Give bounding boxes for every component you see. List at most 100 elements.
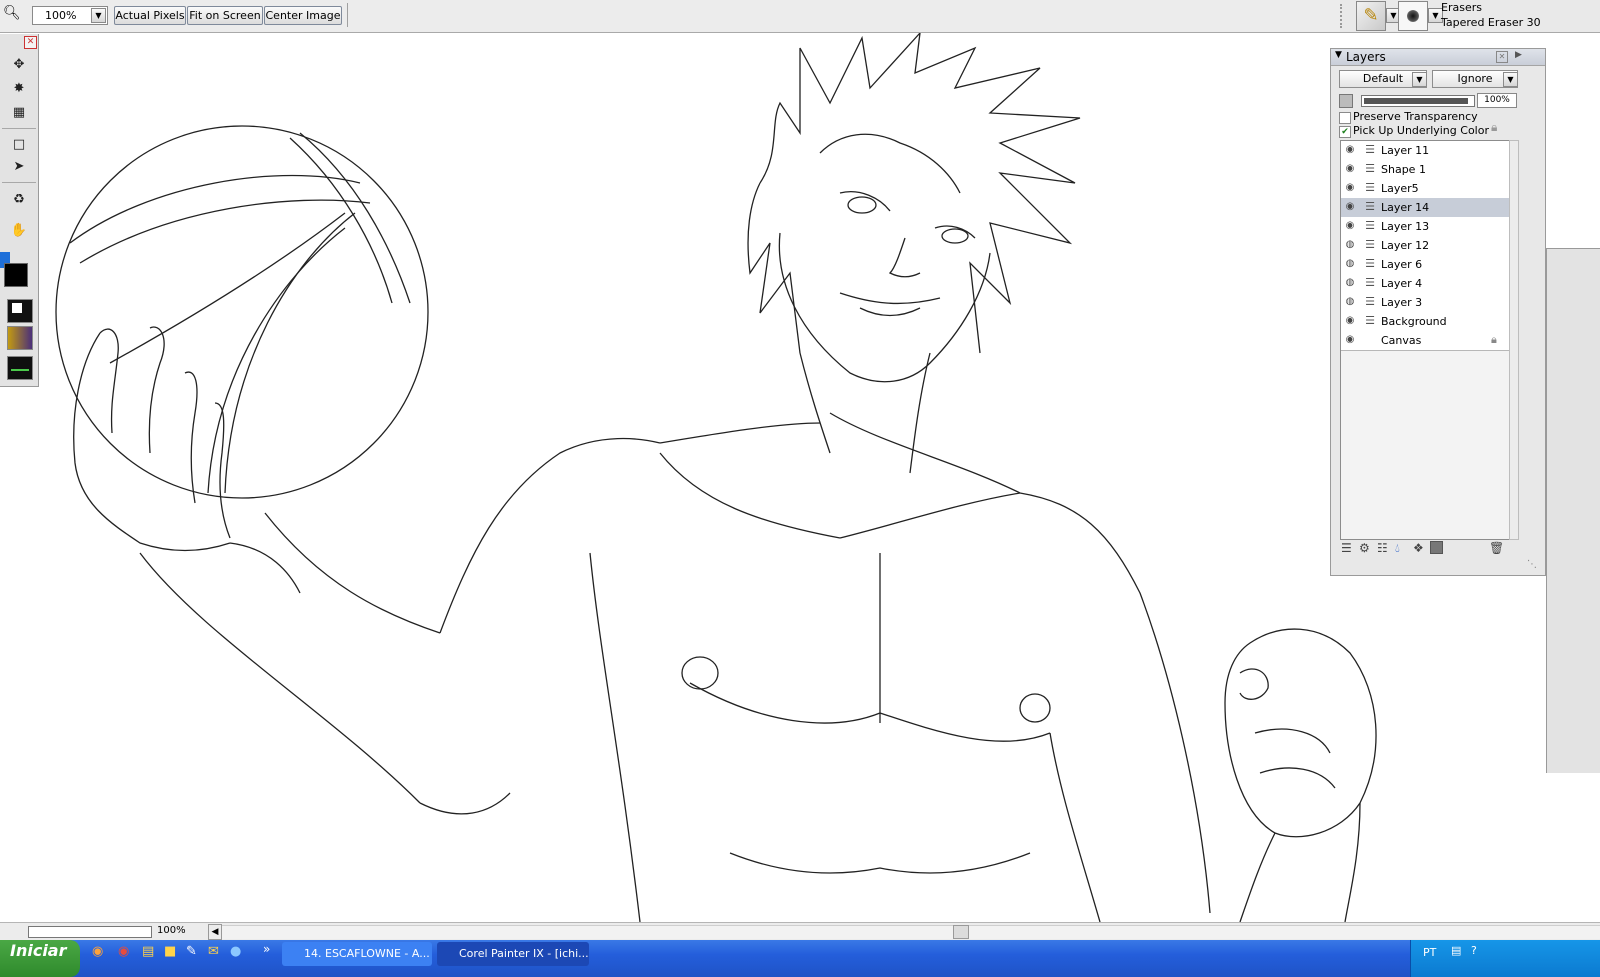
layer-row[interactable]: ◍ ☰ Layer 6 <box>1341 255 1509 275</box>
selection-adjuster-icon[interactable]: ▦ <box>10 104 28 122</box>
hidden-eye-icon[interactable]: ◍ <box>1343 276 1357 290</box>
grabber-hand-icon[interactable]: ✋ <box>10 222 28 240</box>
magic-wand-icon[interactable]: ✸ <box>10 80 28 98</box>
new-liquid-ink-layer-icon[interactable]: ❖ <box>1413 541 1424 555</box>
layer-mask-icon[interactable] <box>1430 541 1443 554</box>
hidden-eye-icon[interactable]: ◍ <box>1343 295 1357 309</box>
delete-layer-icon[interactable]: 🗑︎ <box>1489 541 1504 555</box>
magnifier-icon[interactable]: 🔍︎ <box>3 6 21 20</box>
lock-icon[interactable]: 🔒︎ <box>1491 120 1497 135</box>
center-image-button[interactable]: Center Image <box>264 6 342 25</box>
layer-name: Layer 14 <box>1381 201 1430 214</box>
layer-row[interactable]: ◉ ☰ Layer 13 <box>1341 217 1509 237</box>
actual-pixels-button[interactable]: Actual Pixels <box>114 6 186 25</box>
brush-variant-icon[interactable] <box>1398 1 1428 31</box>
canvas-lock-icon: 🔒︎ <box>1491 333 1497 346</box>
layer-stack-icon: ☰ <box>1365 295 1375 308</box>
visibility-eye-icon[interactable]: ◉ <box>1343 200 1357 214</box>
depth-dropdown-arrow[interactable]: ▼ <box>1503 72 1518 87</box>
windows-taskbar: Iniciar ◉ ◉ ▤ ■ ✎ ✉ ● » 14. ESCAFLOWNE -… <box>0 940 1600 977</box>
visibility-eye-icon[interactable]: ◉ <box>1343 143 1357 157</box>
layer-stack-icon: ☰ <box>1365 257 1375 270</box>
preserve-transparency-checkbox[interactable] <box>1339 112 1351 124</box>
dynamic-plugins-icon[interactable]: ⚙ <box>1359 541 1370 555</box>
layer-stack-icon: ☰ <box>1365 276 1375 289</box>
layer-stack-icon: ☰ <box>1365 314 1375 327</box>
new-layer-icon[interactable]: ☷ <box>1377 541 1388 555</box>
paper-selector-icon[interactable] <box>7 299 33 323</box>
new-watercolor-layer-icon[interactable]: 💧︎ <box>1395 541 1400 556</box>
composite-dropdown-arrow[interactable]: ▼ <box>1412 72 1427 87</box>
zoom-dropdown-arrow[interactable]: ▼ <box>91 8 106 23</box>
panel-close-icon[interactable]: ✕ <box>1496 51 1508 63</box>
scrollbar-thumb[interactable] <box>953 925 969 939</box>
help-icon[interactable]: ? <box>1471 944 1477 957</box>
layer-row[interactable]: ◉ ☰ Background <box>1341 312 1509 332</box>
ie-icon[interactable]: ● <box>230 944 241 959</box>
layer-stack-icon: ☰ <box>1365 181 1375 194</box>
toolbox-close-icon[interactable]: ✕ <box>24 36 37 49</box>
depth-select[interactable]: Ignore ▼ <box>1432 70 1518 88</box>
layer-commands-icon[interactable]: ☰ <box>1341 541 1352 555</box>
taskbar-window-button[interactable]: 14. ESCAFLOWNE - A... <box>282 942 432 966</box>
zoom-field[interactable]: 100% ▼ <box>32 6 108 25</box>
navigator-slider[interactable] <box>28 926 152 938</box>
visibility-eye-icon[interactable]: ◉ <box>1343 181 1357 195</box>
layer-row[interactable]: ◍ ☰ Layer 12 <box>1341 236 1509 256</box>
visibility-eye-icon[interactable]: ◉ <box>1343 219 1357 233</box>
gradient-selector-icon[interactable] <box>7 326 33 350</box>
hidden-eye-icon[interactable]: ◍ <box>1343 238 1357 252</box>
layer-row[interactable]: ◍ ☰ Layer 3 <box>1341 293 1509 313</box>
layers-panel-header[interactable]: ▼ Layers ✕ ▶ <box>1331 49 1545 66</box>
shape-selection-icon[interactable]: ➤ <box>10 158 28 176</box>
composite-method-select[interactable]: Default ▼ <box>1339 70 1427 88</box>
visibility-eye-icon[interactable]: ◉ <box>1343 314 1357 328</box>
folder-icon[interactable]: ■ <box>164 944 176 959</box>
pattern-selector-icon[interactable] <box>7 356 33 380</box>
hidden-eye-icon[interactable]: ◍ <box>1343 257 1357 271</box>
tray-icon[interactable]: ▤ <box>1451 944 1461 957</box>
start-button[interactable]: Iniciar <box>0 940 80 977</box>
panel-menu-arrow-icon[interactable]: ▶ <box>1515 50 1522 60</box>
more-chevron-icon[interactable]: » <box>263 942 270 956</box>
visibility-eye-icon[interactable]: ◉ <box>1343 162 1357 176</box>
opacity-slider-fill <box>1364 98 1468 104</box>
panel-resize-grip[interactable]: ⋱ <box>1527 559 1539 571</box>
layer-list-scrollbar[interactable] <box>1509 140 1519 540</box>
rectangle-shape-icon[interactable]: □ <box>10 136 28 154</box>
depth-value: Ignore <box>1457 72 1493 85</box>
pick-up-underlying-color-checkbox[interactable]: ✔ <box>1339 126 1351 138</box>
language-indicator[interactable]: PT <box>1423 946 1436 959</box>
firefox-icon[interactable]: ◉ <box>92 944 103 959</box>
layer-row[interactable]: ◉ ☰ Layer 11 <box>1341 141 1509 161</box>
explorer-icon[interactable]: ▤ <box>142 944 154 959</box>
taskbar-window-button-active[interactable]: Corel Painter IX - [ichi... <box>437 942 589 966</box>
painter-shortcut-icon[interactable]: ✎ <box>186 944 197 959</box>
preserve-transparency-label: Preserve Transparency <box>1353 110 1478 123</box>
chrome-icon[interactable]: ◉ <box>118 944 129 959</box>
collapsed-panel-edge[interactable] <box>1546 248 1600 773</box>
layer-name: Layer 11 <box>1381 144 1430 157</box>
paint-bucket-icon[interactable]: ♻ <box>10 191 28 209</box>
layer-stack-icon: ☰ <box>1365 238 1375 251</box>
opacity-slider[interactable] <box>1361 95 1475 107</box>
toolbox-divider <box>2 182 36 183</box>
layer-row[interactable]: ◍ ☰ Layer 4 <box>1341 274 1509 294</box>
layer-name: Layer 6 <box>1381 258 1423 271</box>
layer-row-selected[interactable]: ◉ ☰ Layer 14 <box>1341 198 1509 218</box>
horizontal-scrollbar[interactable] <box>222 925 1600 939</box>
layer-stack-icon: ☰ <box>1365 143 1375 156</box>
messenger-icon[interactable]: ✉ <box>208 944 219 959</box>
additional-color-swatch[interactable] <box>4 263 28 287</box>
layer-row-canvas[interactable]: ◉ Canvas 🔒︎ <box>1341 331 1509 351</box>
opacity-field[interactable]: 100% <box>1477 93 1517 108</box>
layer-row[interactable]: ◉ ☰ Layer5 <box>1341 179 1509 199</box>
scroll-left-arrow-icon[interactable]: ◀ <box>208 924 222 940</box>
grip-handle[interactable] <box>1340 4 1346 28</box>
layer-row[interactable]: ◉ ☰ Shape 1 <box>1341 160 1509 180</box>
visibility-eye-icon[interactable]: ◉ <box>1343 333 1357 347</box>
collapse-triangle-icon[interactable]: ▼ <box>1335 50 1342 60</box>
brush-category-icon[interactable]: ✎ <box>1356 1 1386 31</box>
layer-adjuster-icon[interactable]: ✥ <box>10 56 28 74</box>
fit-on-screen-button[interactable]: Fit on Screen <box>187 6 263 25</box>
